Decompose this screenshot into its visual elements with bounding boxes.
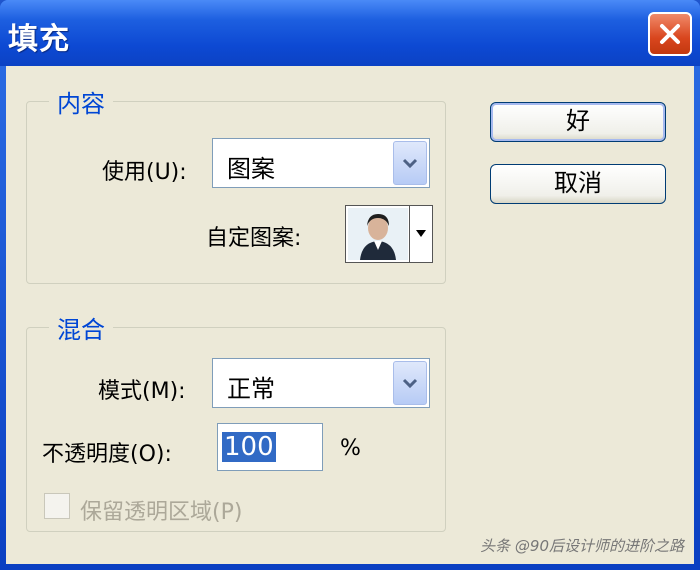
watermark: 头条 @90后设计师的进阶之路 [480,537,684,555]
opacity-unit: % [340,436,361,461]
mode-label: 模式(M): [98,379,186,404]
portrait-thumbnail-icon [348,208,408,260]
close-icon [660,24,680,44]
title-bar[interactable]: 填充 [0,0,700,66]
custom-pattern-picker[interactable] [345,205,433,263]
preserve-transparency-checkbox[interactable] [44,493,70,519]
ok-button[interactable]: 好 [490,102,666,142]
dialog-title: 填充 [8,22,70,57]
chevron-down-icon [402,158,418,169]
custom-pattern-label: 自定图案: [206,226,302,251]
close-button[interactable] [648,12,692,56]
opacity-label: 不透明度(O): [42,442,172,467]
blend-group-legend: 混合 [57,316,105,344]
mode-dropdown-button[interactable] [393,361,427,405]
pattern-thumbnail [348,208,408,260]
triangle-down-icon [416,230,426,237]
opacity-input[interactable]: 100 [217,423,323,471]
content-group-legend: 内容 [57,90,105,118]
use-dropdown-button[interactable] [393,141,427,185]
mode-select[interactable]: 正常 [212,358,430,408]
cancel-button[interactable]: 取消 [490,164,666,204]
chevron-down-icon [402,378,418,389]
preserve-transparency-label: 保留透明区域(P) [80,500,243,525]
use-select-value: 图案 [227,155,275,183]
pattern-dropdown-button[interactable] [409,206,432,262]
mode-select-value: 正常 [227,375,275,403]
dialog-body: 内容 使用(U): 图案 自定图案: 混合 模式(M): 正常 不透明度(O):… [6,66,694,564]
use-select[interactable]: 图案 [212,138,430,188]
fill-dialog: 填充 内容 使用(U): 图案 自定图案: 混合 模式(M): 正常 不透明度(… [0,0,700,570]
opacity-value: 100 [222,432,276,462]
use-label: 使用(U): [102,160,187,185]
